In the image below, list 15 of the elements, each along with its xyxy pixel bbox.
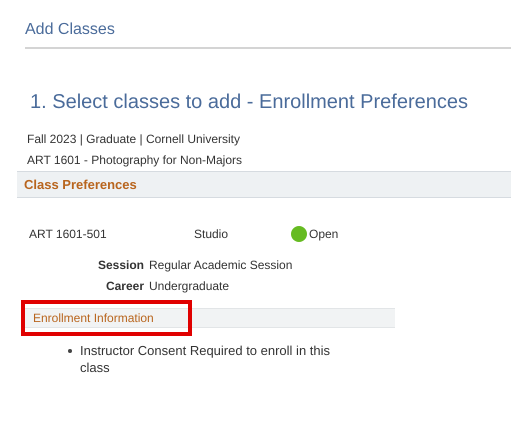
term-info: Fall 2023 | Graduate | Cornell University	[27, 131, 240, 148]
enrollment-note: Instructor Consent Required to enroll in this class	[80, 342, 332, 376]
class-number: ART 1601-501	[29, 226, 108, 243]
detail-label: Career	[104, 278, 144, 295]
section-title: Enrollment Information	[33, 310, 154, 327]
bullet-icon	[68, 349, 72, 353]
component: Studio	[194, 226, 230, 243]
page-title: Add Classes	[25, 20, 115, 40]
detail-label: Session	[96, 257, 144, 274]
detail-value: Regular Academic Session	[149, 257, 292, 274]
step-heading: 1. Select classes to add - Enrollment Preferences	[30, 90, 468, 115]
course-title: ART 1601 - Photography for Non-Majors	[27, 152, 242, 169]
status-text: Open	[309, 226, 338, 243]
detail-value: Undergraduate	[149, 278, 230, 295]
section-title: Class Preferences	[24, 176, 137, 194]
